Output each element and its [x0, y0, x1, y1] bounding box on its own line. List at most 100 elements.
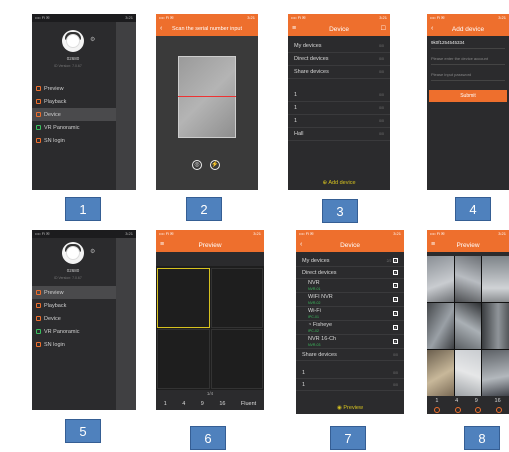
- menu-item-sn-login[interactable]: SN login: [32, 134, 116, 147]
- avatar[interactable]: [62, 242, 84, 264]
- checkbox[interactable]: ✓: [393, 297, 398, 302]
- device-icon: [36, 316, 41, 321]
- layout-4[interactable]: 4: [455, 398, 458, 404]
- settings-icon[interactable]: ⚙: [90, 248, 95, 255]
- row-my-devices[interactable]: My devices 2/2 ✓: [296, 255, 404, 267]
- audio-icon[interactable]: [495, 407, 502, 413]
- menu-item-vr-panoramic[interactable]: VR Panoramic: [32, 121, 116, 134]
- serial-field[interactable]: 9k0f1254545334: [431, 40, 505, 49]
- row-share-devices[interactable]: Share devices 0/0: [288, 66, 390, 79]
- row-label: Direct devices: [294, 56, 329, 62]
- row-group-2[interactable]: 1 0/0: [288, 102, 390, 115]
- row-wifi-nvr[interactable]: WIFI NVR NVR-02 ✓: [296, 293, 404, 307]
- menu-label: Playback: [44, 98, 67, 105]
- video-cell[interactable]: [427, 303, 454, 349]
- menu-item-preview[interactable]: Preview: [32, 286, 116, 299]
- flash-icon[interactable]: ⚡: [210, 160, 220, 170]
- layout-1[interactable]: 1: [435, 398, 438, 404]
- menu-item-playback[interactable]: Playback: [32, 299, 116, 312]
- menu-label: Preview: [44, 85, 64, 92]
- row-nvr-16ch[interactable]: NVR 16-Ch NVR-03 ✓: [296, 335, 404, 349]
- row-group-1[interactable]: 1 0/0: [288, 89, 390, 102]
- device-rows: My devices 0/0 Direct devices 0/0 Share de…: [288, 40, 390, 141]
- account-field[interactable]: Please enter the device account: [431, 56, 505, 65]
- add-device-button[interactable]: ⊕ Add device: [288, 180, 390, 186]
- row-count: 0/0: [379, 57, 384, 61]
- status-bar: •••• Fi ✉ 3:21: [156, 230, 264, 238]
- video-cell-4[interactable]: [211, 329, 263, 389]
- menu-icon[interactable]: ≡: [431, 241, 435, 248]
- row-sub: IPC-02: [308, 328, 319, 333]
- layout-9[interactable]: 9: [475, 398, 478, 404]
- checkbox[interactable]: ✓: [393, 257, 398, 263]
- row-hall[interactable]: Hall 0/0: [288, 128, 390, 141]
- video-cell-3[interactable]: [157, 329, 210, 389]
- password-field[interactable]: Please input password: [431, 72, 505, 81]
- layout-4[interactable]: 4: [182, 401, 185, 407]
- row-group-3[interactable]: 1 0/0: [288, 115, 390, 128]
- avatar[interactable]: [62, 30, 84, 52]
- back-icon[interactable]: ‹: [160, 25, 162, 32]
- menu-icon[interactable]: ≡: [292, 25, 296, 32]
- video-cell[interactable]: [454, 256, 482, 302]
- row-wifi[interactable]: Wi-Fi IPC-01 ✓: [296, 307, 404, 321]
- submit-button[interactable]: Submit: [429, 90, 507, 102]
- video-grid: [427, 256, 509, 396]
- checkbox[interactable]: ✓: [393, 325, 398, 330]
- add-label: Add device: [328, 180, 356, 186]
- behind-content: [116, 22, 136, 190]
- row-sub: NVR-03: [308, 342, 321, 347]
- layout-16[interactable]: 16: [219, 401, 225, 407]
- video-cell[interactable]: [482, 256, 509, 302]
- back-icon[interactable]: ‹: [431, 25, 433, 32]
- back-icon[interactable]: ‹: [300, 241, 302, 248]
- status-bar: •••• Fi ✉ 3:21: [427, 230, 509, 238]
- playback-icon: [36, 99, 41, 104]
- menu-item-playback[interactable]: Playback: [32, 95, 116, 108]
- layout-9[interactable]: 9: [201, 401, 204, 407]
- snapshot-icon[interactable]: [434, 407, 441, 413]
- menu-item-preview[interactable]: Preview: [32, 82, 116, 95]
- username: 02680: [66, 268, 80, 273]
- row-nvr[interactable]: NVR NVR-01 ✓: [296, 279, 404, 293]
- video-cell[interactable]: [427, 256, 454, 302]
- layout-fluent[interactable]: Fluent: [241, 401, 256, 407]
- menu-item-sn-login[interactable]: SN login: [32, 338, 116, 351]
- checkbox[interactable]: ✓: [393, 270, 398, 275]
- menu-icon[interactable]: ≡: [160, 241, 164, 248]
- layout-1[interactable]: 1: [164, 401, 167, 407]
- video-cell[interactable]: [482, 350, 509, 396]
- record-icon[interactable]: [454, 407, 461, 413]
- page-title: Scan the serial number input: [171, 26, 242, 32]
- row-count: 0/0: [379, 119, 384, 123]
- checkbox[interactable]: ✓: [393, 283, 398, 288]
- checkbox[interactable]: ✓: [393, 311, 398, 316]
- row-sub: NVR-01: [308, 286, 321, 291]
- layout-16[interactable]: 16: [495, 398, 501, 404]
- row-count: 0/0: [393, 370, 398, 375]
- status-time: 3:21: [498, 231, 506, 236]
- row-my-devices[interactable]: My devices 0/0: [288, 40, 390, 53]
- edit-icon[interactable]: ☐: [381, 25, 386, 32]
- menu-item-vr-panoramic[interactable]: VR Panoramic: [32, 325, 116, 338]
- video-cell[interactable]: [454, 303, 482, 349]
- video-cell[interactable]: [427, 350, 454, 396]
- video-cell-2[interactable]: [211, 268, 263, 328]
- talk-icon[interactable]: [475, 407, 482, 413]
- row-direct-devices[interactable]: Direct devices 0/0: [288, 53, 390, 66]
- row-share-devices[interactable]: Share devices 0/0: [296, 349, 404, 361]
- video-cell[interactable]: [454, 350, 482, 396]
- menu-item-device[interactable]: Device: [32, 312, 116, 325]
- menu-item-device[interactable]: Device: [32, 108, 116, 121]
- row-direct-devices[interactable]: Direct devices ✓: [296, 267, 404, 279]
- album-icon[interactable]: ◎: [192, 160, 202, 170]
- video-cell-1[interactable]: [157, 268, 210, 328]
- checkbox[interactable]: ✓: [393, 339, 398, 344]
- row-group-2[interactable]: 1 0/0: [296, 379, 404, 391]
- row-fisheye[interactable]: ◔ Fisheye IPC-02 ✓: [296, 321, 404, 335]
- video-cell[interactable]: [482, 303, 509, 349]
- preview-button[interactable]: ◉ Preview: [296, 405, 404, 411]
- row-group-1[interactable]: 1 0/0: [296, 367, 404, 379]
- settings-icon[interactable]: ⚙: [90, 36, 95, 43]
- status-bar: •••• Fi ✉ 3:21: [32, 14, 136, 22]
